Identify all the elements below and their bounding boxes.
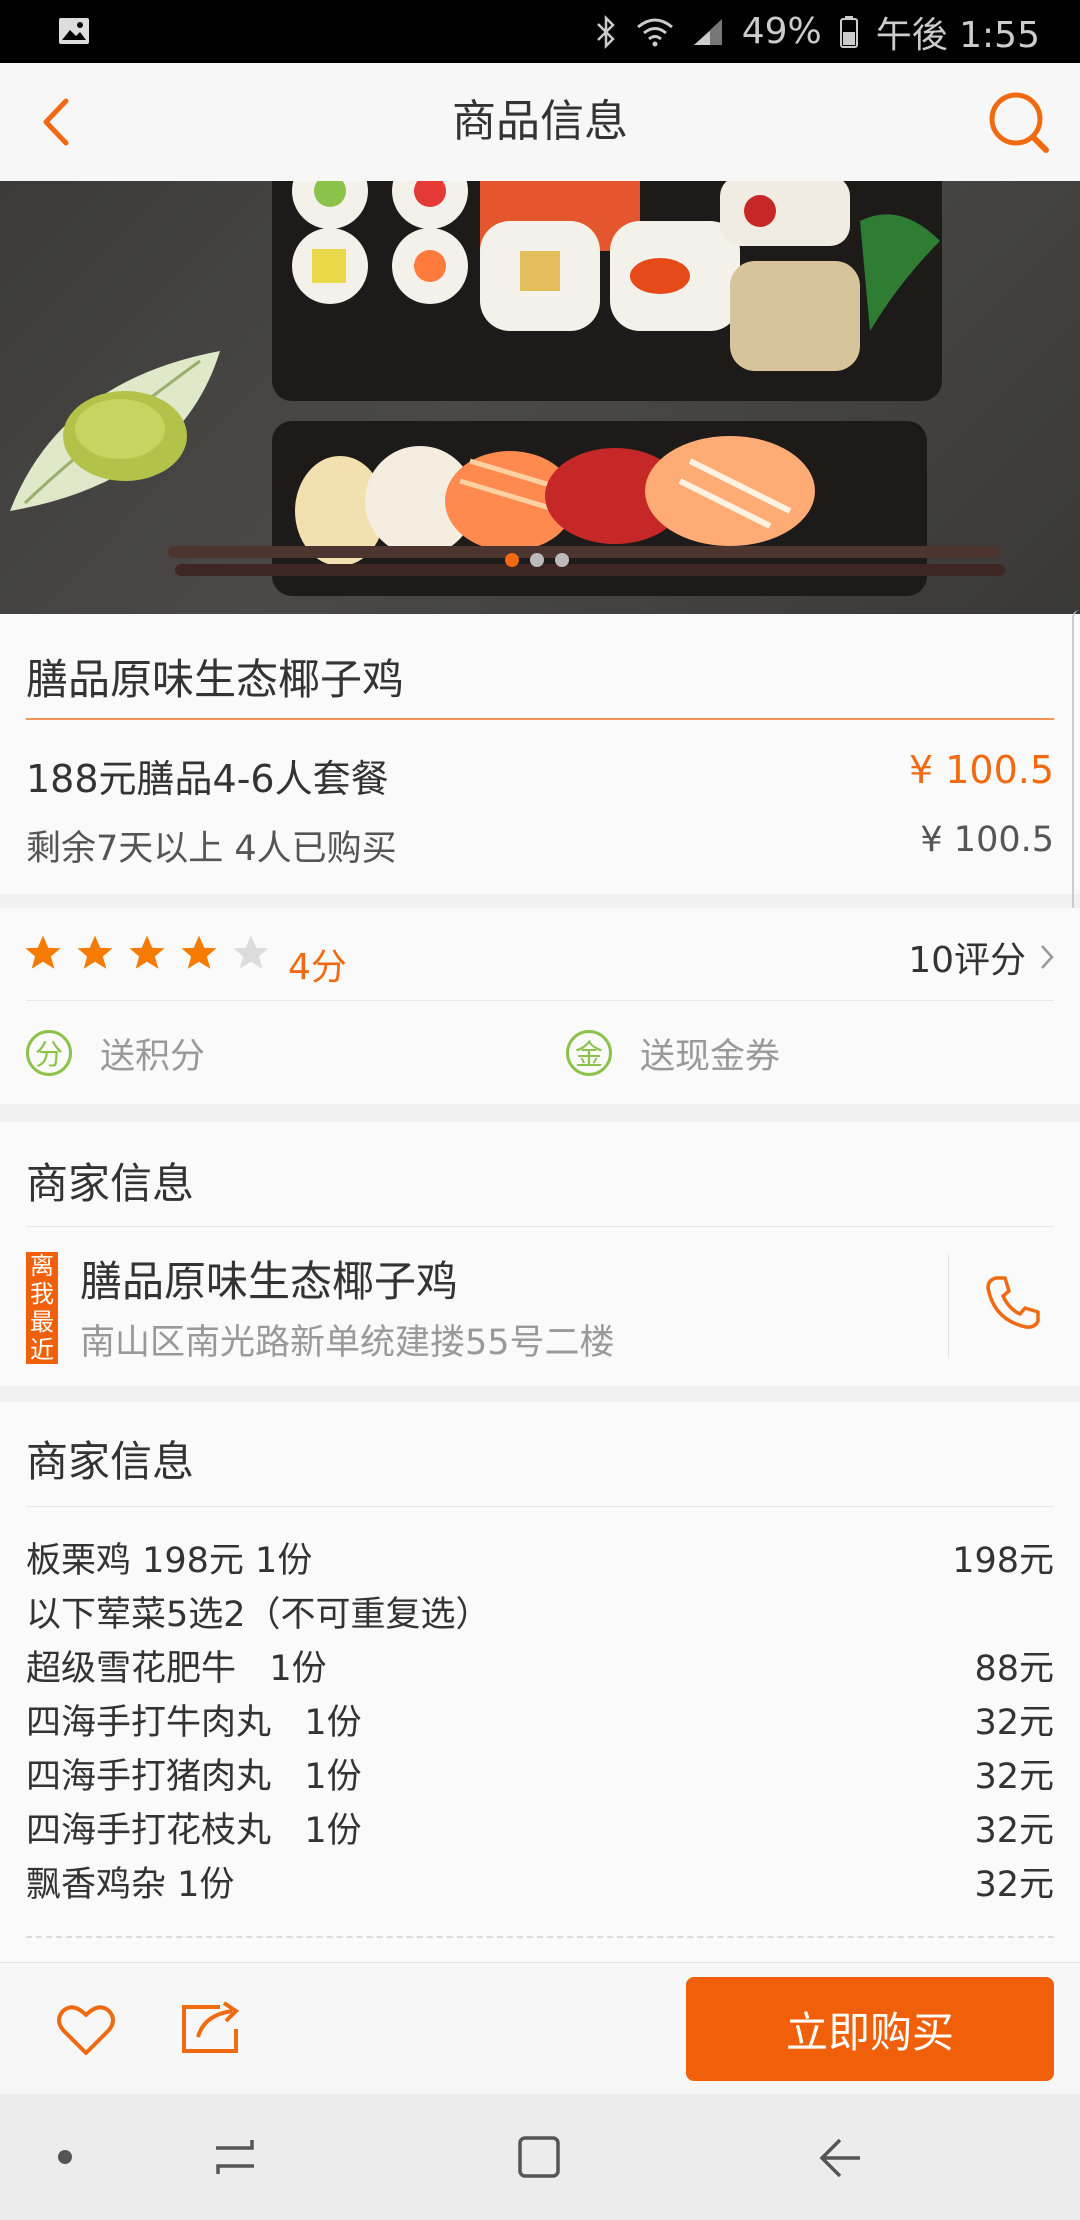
original-price: ¥ 100.5 [920, 820, 1054, 860]
menu-item-name: 四海手打牛肉丸 1份 [26, 1703, 362, 1743]
star-rating [22, 932, 272, 974]
battery-percent: 49% [741, 11, 822, 52]
signal-icon [693, 18, 722, 45]
favorite-button[interactable] [56, 2001, 116, 2057]
coupon-badge-icon: 金 [566, 1030, 612, 1076]
call-button[interactable] [982, 1272, 1044, 1334]
perk-coupon-label: 送现金券 [640, 1036, 781, 1077]
vertical-divider [948, 1254, 949, 1358]
package-name: 188元膳品4-6人套餐 [26, 757, 389, 801]
menu-row: 四海手打花枝丸 1份 32元 [26, 1802, 1054, 1856]
menu-list: 板栗鸡 198元 1份 198元 以下荤菜5选2（不可重复选） 超级雪花肥牛 1… [26, 1532, 1054, 1910]
menu-section-title: 商家信息 [26, 1437, 195, 1486]
carousel-dot[interactable] [530, 553, 544, 567]
perk-points-label: 送积分 [100, 1036, 206, 1077]
carousel-dot[interactable] [555, 553, 569, 567]
reviews-count: 10评分 [908, 940, 1026, 981]
points-badge-icon: 分 [26, 1030, 72, 1076]
menu-row: 以下荤菜5选2（不可重复选） [26, 1586, 1054, 1640]
star-empty-icon [233, 935, 269, 969]
nav-dot-icon[interactable] [58, 2150, 72, 2164]
menu-item-price: 88元 [974, 1649, 1054, 1689]
product-price: ¥ 100.5 [908, 748, 1054, 792]
search-button[interactable] [986, 90, 1052, 156]
menu-item-price: 32元 [974, 1703, 1054, 1743]
title-divider [26, 718, 1054, 720]
remaining-and-sold: 剩余7天以上 4人已购买 [26, 829, 397, 869]
star-icon [25, 935, 61, 969]
divider [26, 1506, 1054, 1507]
menu-item-price: 198元 [952, 1541, 1054, 1581]
chevron-right-icon [1041, 945, 1054, 969]
share-icon [182, 2001, 240, 2053]
menu-item-name: 超级雪花肥牛 1份 [26, 1649, 327, 1689]
dashed-divider [26, 1936, 1054, 1938]
battery-icon [839, 15, 858, 48]
merchant-card: 商家信息 离我最近 膳品原味生态椰子鸡 南山区南光路新单统建搂55号二楼 [0, 1122, 1080, 1386]
star-icon [181, 935, 217, 969]
menu-item-name: 以下荤菜5选2（不可重复选） [26, 1595, 491, 1635]
star-icon [129, 935, 165, 969]
gallery-notification-icon [59, 18, 89, 44]
star-icon [77, 935, 113, 969]
menu-card: 商家信息 板栗鸡 198元 1份 198元 以下荤菜5选2（不可重复选） 超级雪… [0, 1402, 1080, 1962]
menu-item-price: 32元 [974, 1811, 1054, 1851]
nearest-tag: 离我最近 [26, 1252, 58, 1364]
back-nav-icon[interactable] [818, 2136, 864, 2180]
search-icon [989, 92, 1049, 153]
rating-score: 4分 [288, 947, 347, 988]
product-info-card: 膳品原味生态椰子鸡 188元膳品4-6人套餐 ¥ 100.5 剩余7天以上 4人… [0, 610, 1080, 1060]
home-icon[interactable] [516, 2132, 562, 2180]
clock: 午後 1:55 [875, 14, 1040, 56]
menu-row: 超级雪花肥牛 1份 88元 [26, 1640, 1054, 1694]
menu-row: 四海手打牛肉丸 1份 32元 [26, 1694, 1054, 1748]
carousel-dot-active[interactable] [505, 553, 519, 567]
product-image-carousel[interactable] [0, 181, 1080, 614]
divider [26, 1226, 1054, 1227]
buy-now-button[interactable]: 立即购买 [686, 1977, 1054, 2081]
bottom-action-bar: 立即购买 [0, 1962, 1080, 2095]
product-photo [10, 181, 1005, 596]
system-nav-bar [0, 2094, 1080, 2220]
menu-item-name: 四海手打猪肉丸 1份 [26, 1757, 362, 1797]
share-button[interactable] [180, 1997, 244, 2057]
perk-coupon: 金 送现金券 [566, 1026, 780, 1080]
merchant-row[interactable]: 离我最近 膳品原味生态椰子鸡 南山区南光路新单统建搂55号二楼 [0, 1246, 940, 1366]
app-bar: 商品信息 [0, 63, 1080, 182]
menu-row: 板栗鸡 198元 1份 198元 [26, 1532, 1054, 1586]
merchant-address: 南山区南光路新单统建搂55号二楼 [80, 1323, 615, 1363]
carousel-indicator [505, 553, 569, 567]
wifi-icon [636, 18, 673, 46]
recent-apps-icon[interactable] [212, 2134, 258, 2180]
product-name: 膳品原味生态椰子鸡 [26, 655, 405, 704]
phone-icon [986, 1276, 1040, 1329]
status-bar: 49% 午後 1:55 [0, 0, 1080, 63]
menu-row: 飘香鸡杂 1份 32元 [26, 1856, 1054, 1910]
menu-item-price: 32元 [974, 1865, 1054, 1905]
menu-item-name: 四海手打花枝丸 1份 [26, 1811, 362, 1851]
page-title: 商品信息 [452, 96, 628, 147]
menu-item-price: 32元 [974, 1757, 1054, 1797]
perk-points: 分 送积分 [26, 1026, 205, 1080]
heart-icon [57, 2005, 115, 2055]
menu-item-name: 板栗鸡 198元 1份 [26, 1541, 313, 1581]
divider [26, 1000, 1054, 1001]
bluetooth-icon [596, 14, 615, 49]
reviews-link[interactable]: 10评分 [908, 934, 1054, 981]
menu-item-name: 飘香鸡杂 1份 [26, 1865, 235, 1905]
merchant-section-title: 商家信息 [26, 1159, 195, 1208]
menu-row: 四海手打猪肉丸 1份 32元 [26, 1748, 1054, 1802]
rating-card: 4分 10评分 分 送积分 金 送现金券 [0, 908, 1080, 1104]
merchant-name: 膳品原味生态椰子鸡 [80, 1257, 459, 1306]
